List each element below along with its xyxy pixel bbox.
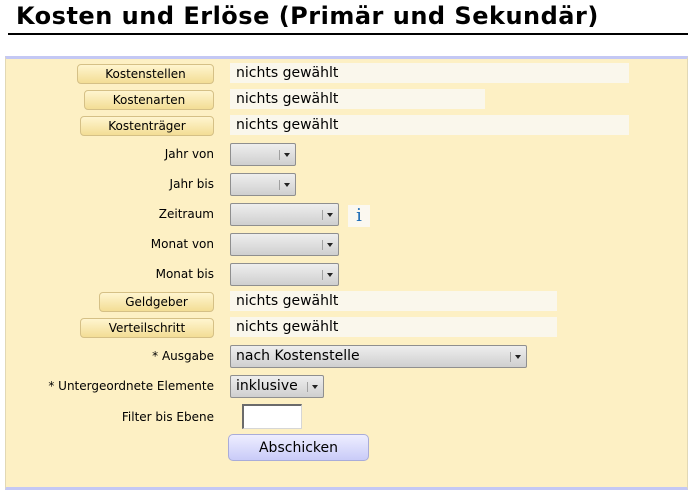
ausgabe-selected: nach Kostenstelle <box>236 348 360 364</box>
geldgeber-value: nichts gewählt <box>230 291 557 311</box>
untergeordnete-selected: inklusive <box>236 378 298 394</box>
filter-ebene-input[interactable] <box>242 404 302 429</box>
ausgabe-select[interactable]: nach Kostenstelle <box>230 345 527 368</box>
untergeordnete-select[interactable]: inklusive <box>230 375 324 398</box>
chevron-down-icon <box>515 355 521 359</box>
kostentraeger-button[interactable]: Kostenträger <box>80 116 214 136</box>
verteilschritt-button[interactable]: Verteilschritt <box>80 318 214 338</box>
jahr-von-select[interactable] <box>230 143 296 166</box>
chevron-down-icon <box>327 213 333 217</box>
monat-von-label: Monat von <box>150 237 214 251</box>
verteilschritt-value: nichts gewählt <box>230 317 557 337</box>
info-icon[interactable]: i <box>348 205 370 227</box>
zeitraum-select[interactable] <box>230 203 339 226</box>
chevron-down-icon <box>312 385 318 389</box>
filter-ebene-label: Filter bis Ebene <box>121 410 214 424</box>
chevron-down-icon <box>327 243 333 247</box>
zeitraum-label: Zeitraum <box>158 207 214 221</box>
monat-bis-select[interactable] <box>230 263 339 286</box>
jahr-bis-select[interactable] <box>230 173 296 196</box>
monat-bis-label: Monat bis <box>155 267 214 281</box>
chevron-down-icon <box>284 183 290 187</box>
kostenstellen-button[interactable]: Kostenstellen <box>77 64 214 84</box>
jahr-von-label: Jahr von <box>164 147 214 161</box>
untergeordnete-label: * Untergeordnete Elemente <box>48 379 214 393</box>
kostentraeger-value: nichts gewählt <box>230 115 629 135</box>
kostenstellen-value: nichts gewählt <box>230 63 629 83</box>
page-title: Kosten und Erlöse (Primär und Sekundär) <box>16 2 599 30</box>
chevron-down-icon <box>284 153 290 157</box>
submit-button[interactable]: Abschicken <box>228 434 369 461</box>
chevron-down-icon <box>327 273 333 277</box>
monat-von-select[interactable] <box>230 233 339 256</box>
geldgeber-button[interactable]: Geldgeber <box>99 292 214 312</box>
kostenarten-value: nichts gewählt <box>230 89 485 109</box>
jahr-bis-label: Jahr bis <box>169 177 214 191</box>
title-divider <box>8 33 688 35</box>
kostenarten-button[interactable]: Kostenarten <box>84 90 214 110</box>
ausgabe-label: * Ausgabe <box>152 349 214 363</box>
